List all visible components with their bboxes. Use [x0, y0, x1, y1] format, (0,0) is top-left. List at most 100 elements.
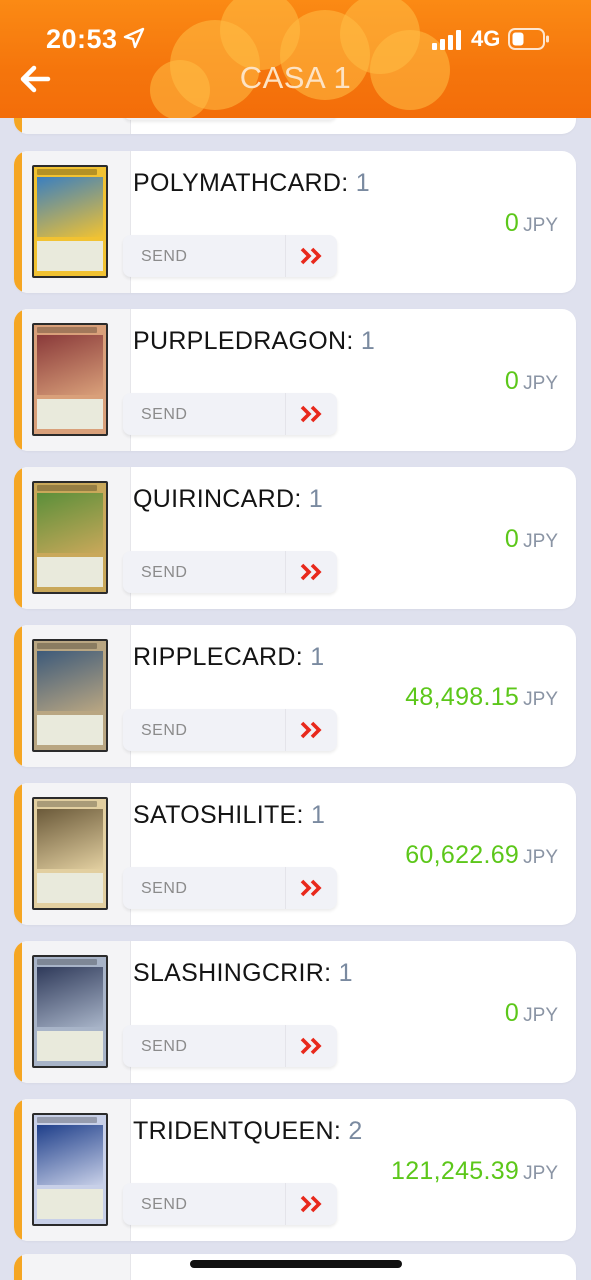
list-item[interactable]: SATOSHILITE: 1 60,622.69 JPY SEND: [14, 783, 576, 925]
card-name: QUIRINCARD: 1: [133, 485, 324, 513]
location-arrow-icon: [123, 27, 145, 49]
card-quantity: 1: [311, 801, 326, 829]
send-label: SEND: [141, 722, 188, 739]
card-image[interactable]: [32, 639, 108, 752]
card-name: TRIDENTQUEEN: 2: [133, 1117, 363, 1145]
card-thumbnail-area: [22, 1254, 131, 1280]
double-chevron-right-icon[interactable]: [285, 867, 337, 909]
card-image[interactable]: [32, 165, 108, 278]
list-item[interactable]: POLYMATHCARD: 1 0 JPY SEND: [14, 151, 576, 293]
card-quantity: 1: [355, 169, 370, 197]
card-value: 60,622.69 JPY: [405, 841, 558, 870]
card-image-art: [37, 809, 103, 869]
card-image-text: [37, 715, 103, 745]
card-image[interactable]: [32, 481, 108, 594]
card-amount: 48,498.15: [405, 683, 520, 711]
card-name: SLASHINGCRIR: 1: [133, 959, 353, 987]
send-button[interactable]: SEND: [123, 393, 337, 435]
card-currency: JPY: [523, 373, 558, 394]
list-item[interactable]: QUIRINCARD: 1 0 JPY SEND: [14, 467, 576, 609]
card-amount: 60,622.69: [405, 841, 520, 869]
card-thumbnail-area: [22, 467, 131, 609]
card-currency: JPY: [523, 1163, 558, 1184]
double-chevron-right-icon[interactable]: [285, 1183, 337, 1225]
list-item[interactable]: PURPLEDRAGON: 1 0 JPY SEND: [14, 309, 576, 451]
card-currency: JPY: [523, 215, 558, 236]
card-currency: JPY: [523, 689, 558, 710]
send-button[interactable]: SEND: [123, 1183, 337, 1225]
card-image[interactable]: [32, 323, 108, 436]
card-thumbnail-area: [22, 151, 131, 293]
card-value: 0 JPY: [505, 999, 558, 1028]
send-button[interactable]: SEND: [123, 235, 337, 277]
list-item[interactable]: RIPPLECARD: 1 48,498.15 JPY SEND: [14, 625, 576, 767]
list-item[interactable]: SLASHINGCRIR: 1 0 JPY SEND: [14, 941, 576, 1083]
send-button[interactable]: SEND: [123, 709, 337, 751]
double-chevron-right-icon[interactable]: [285, 235, 337, 277]
card-image-text: [37, 399, 103, 429]
network-type: 4G: [471, 26, 501, 51]
card-accent: [14, 941, 22, 1083]
page-title: CASA 1: [239, 60, 352, 95]
card-image-art: [37, 651, 103, 711]
card-image-art: [37, 335, 103, 395]
card-image[interactable]: [32, 797, 108, 910]
card-name: RIPPLECARD: 1: [133, 643, 325, 671]
send-label: SEND: [141, 248, 188, 265]
card-image-text: [37, 1031, 103, 1061]
card-image-caption: [37, 959, 97, 965]
card-image-text: [37, 241, 103, 271]
card-thumbnail-area: [22, 941, 131, 1083]
double-chevron-right-icon[interactable]: [285, 709, 337, 751]
card-image-caption: [37, 1117, 97, 1123]
card-image[interactable]: [32, 1113, 108, 1226]
card-amount: 0: [504, 367, 520, 395]
send-button[interactable]: SEND: [123, 867, 337, 909]
signal-icon: [432, 30, 464, 50]
card-value: 0 JPY: [505, 525, 558, 554]
card-name: PURPLEDRAGON: 1: [133, 327, 376, 355]
card-amount: 0: [504, 999, 520, 1027]
card-quantity: 2: [348, 1117, 363, 1145]
double-chevron-right-icon[interactable]: [285, 551, 337, 593]
card-accent: [14, 309, 22, 451]
card-thumbnail-area: [22, 1099, 131, 1241]
send-button[interactable]: SEND: [123, 551, 337, 593]
status-time: 20:53: [46, 24, 118, 54]
send-button[interactable]: SEND: [123, 1025, 337, 1067]
card-value: 0 JPY: [505, 209, 558, 238]
card-currency: JPY: [523, 847, 558, 868]
card-accent: [14, 1254, 22, 1280]
card-value: 0 JPY: [505, 367, 558, 396]
card-accent: [14, 151, 22, 293]
battery-icon: [508, 28, 549, 50]
card-image-caption: [37, 643, 97, 649]
card-name-label: TRIDENTQUEEN: [133, 1117, 334, 1145]
home-indicator: [190, 1260, 402, 1268]
card-accent: [14, 467, 22, 609]
card-name-label: POLYMATHCARD: [133, 169, 342, 197]
card-quantity: 1: [360, 327, 376, 355]
card-thumbnail-area: [22, 625, 131, 767]
card-value: 121,245.39 JPY: [391, 1157, 558, 1186]
list-item[interactable]: TRIDENTQUEEN: 2 121,245.39 JPY SEND: [14, 1099, 576, 1241]
card-name-label: SLASHINGCRIR: [133, 959, 325, 987]
card-image-caption: [37, 169, 97, 175]
card-quantity: 1: [338, 959, 353, 987]
card-image-text: [37, 1189, 103, 1219]
card-name: SATOSHILITE: 1: [133, 801, 326, 829]
card-accent: [14, 625, 22, 767]
card-name-label: SATOSHILITE: [133, 801, 297, 829]
card-image[interactable]: [32, 955, 108, 1068]
send-label: SEND: [141, 1196, 188, 1213]
card-accent: [14, 1099, 22, 1241]
double-chevron-right-icon[interactable]: [285, 393, 337, 435]
card-name: POLYMATHCARD: 1: [133, 169, 370, 197]
double-chevron-right-icon[interactable]: [285, 1025, 337, 1067]
card-image-caption: [37, 327, 97, 333]
card-quantity: 1: [310, 643, 325, 671]
card-image-text: [37, 557, 103, 587]
card-amount: 0: [504, 209, 520, 237]
send-label: SEND: [141, 880, 188, 897]
card-thumbnail-area: [22, 309, 131, 451]
